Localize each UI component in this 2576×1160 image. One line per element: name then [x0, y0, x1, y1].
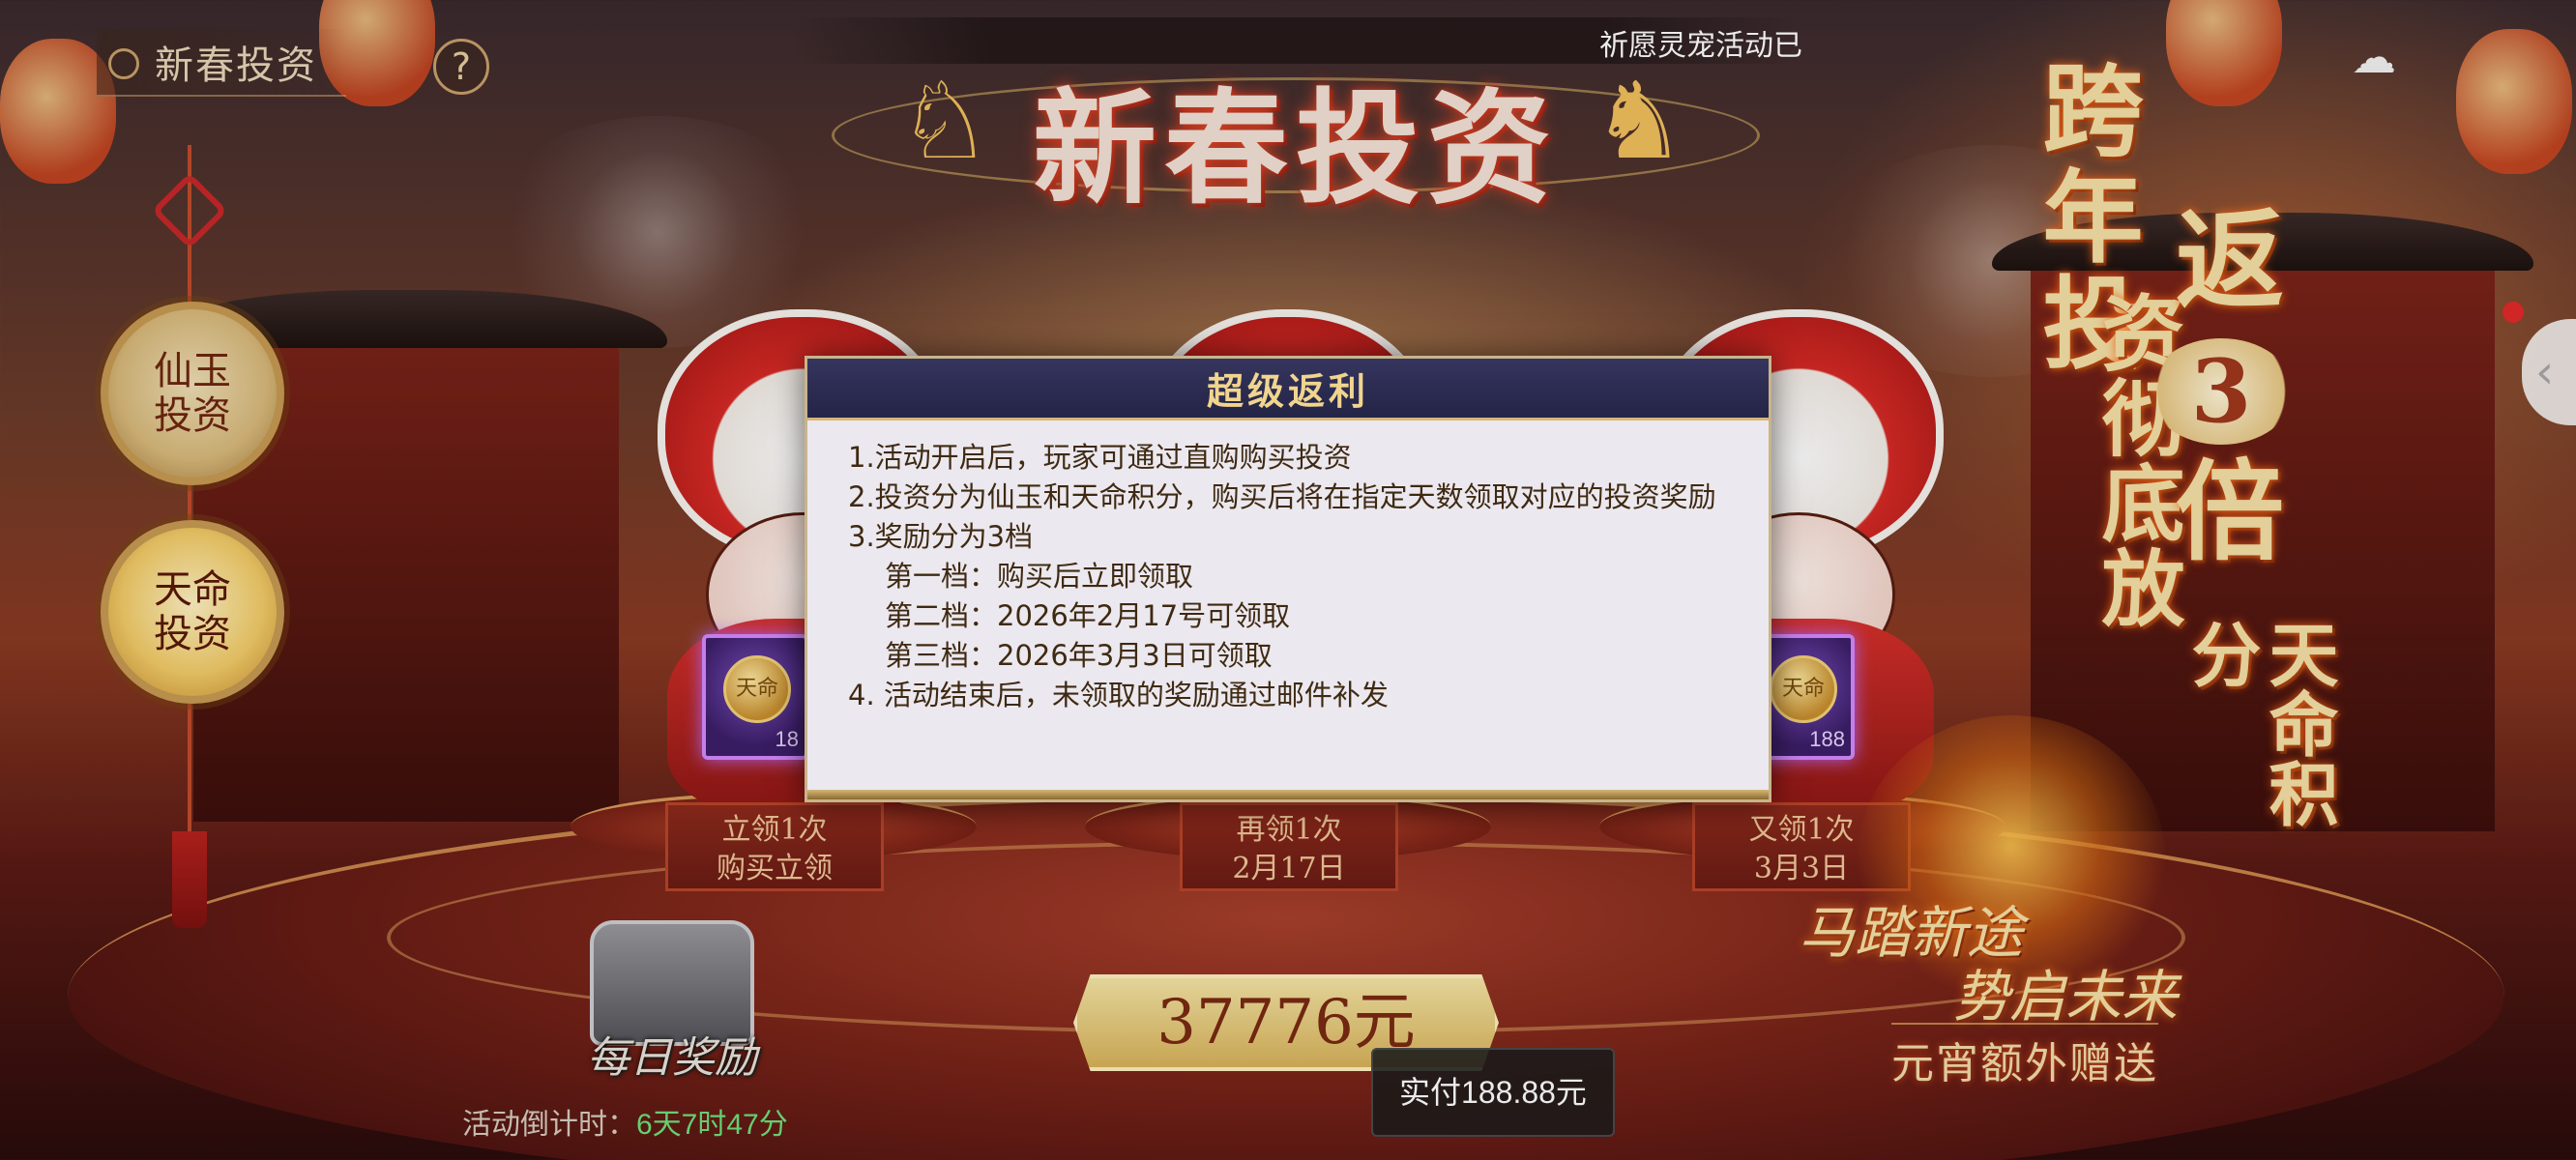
slogan-return: 返: [2157, 203, 2284, 311]
nav-item-xianyu-investment[interactable]: 仙玉投资: [101, 302, 284, 485]
page-title-tab: 新春投资: [97, 29, 346, 97]
countdown-value: 6天7时47分: [636, 1109, 788, 1141]
horse-icon: ♘: [896, 59, 993, 183]
tassel-decoration: [172, 831, 207, 928]
reward-card-amount: 188: [1809, 727, 1845, 751]
horse-icon: ♞: [1591, 59, 1687, 183]
tier-plaque-1: 立领1次 购买立领: [665, 802, 884, 891]
dialog-footer-trim: [807, 790, 1769, 799]
activity-countdown: 活动倒计时：6天7时47分: [462, 1100, 788, 1143]
main-banner-title: 新春投资: [1032, 76, 1559, 221]
tianming-coin-icon: 天命: [723, 655, 791, 723]
slogan-tianming-points: 天命积分: [2180, 619, 2339, 827]
tier-plaque-2: 再领1次 2月17日: [1180, 802, 1398, 891]
slogan-line-2: 势启未来: [1953, 964, 2179, 1030]
pay-button[interactable]: 实付188.88元: [1371, 1048, 1615, 1137]
nav-item-label: 天命投资: [154, 567, 231, 656]
tianming-coin-icon: 天命: [1770, 655, 1837, 723]
cloud-swirl-icon[interactable]: ☁: [2330, 33, 2417, 81]
lantern-decoration: [2166, 0, 2282, 106]
slogan-times: 倍: [2157, 454, 2284, 563]
chevron-left-icon[interactable]: ‹: [2522, 319, 2576, 425]
chinese-knot-icon: [151, 172, 228, 249]
dialog-body: 1.活动开启后，玩家可通过直购购买投资 2.投资分为仙玉和天命积分，购买后将在指…: [807, 420, 1769, 715]
nav-rope: [188, 145, 191, 880]
triple-badge: 3: [2149, 338, 2294, 445]
dialog-line: 4. 活动结束后，未领取的奖励通过邮件补发: [848, 679, 1389, 711]
nav-item-label: 仙玉投资: [154, 349, 231, 438]
tier-plaque-line1: 再领1次: [1236, 813, 1342, 847]
rebate-info-dialog: 超级返利 1.活动开启后，玩家可通过直购购买投资 2.投资分为仙玉和天命积分，购…: [805, 356, 1771, 802]
dialog-line: 第二档：2026年2月17号可领取: [885, 599, 1291, 632]
page-title: 新春投资: [155, 44, 317, 88]
title-mark-icon: [108, 48, 139, 79]
notification-dot: [2503, 302, 2524, 323]
lantern-decoration: [2456, 29, 2572, 174]
tier-plaque-line2: 购买立领: [717, 852, 833, 885]
dialog-line: 3.奖励分为3档: [848, 520, 1034, 553]
dialog-line: 1.活动开启后，玩家可通过直购购买投资: [848, 441, 1352, 474]
dialog-line: 2.投资分为仙玉和天命积分，购买后将在指定天数领取对应的投资奖励: [848, 480, 1716, 513]
question-circle-icon[interactable]: ?: [433, 39, 489, 95]
nav-item-tianming-investment[interactable]: 天命投资: [101, 520, 284, 704]
tier-plaque-line2: 2月17日: [1232, 852, 1346, 885]
tier-plaque-line1: 立领1次: [721, 813, 828, 847]
dialog-header: 超级返利: [807, 359, 1769, 420]
dialog-line: 第三档：2026年3月3日可领取: [885, 639, 1273, 672]
dialog-title: 超级返利: [1206, 370, 1369, 413]
reward-card-tier1[interactable]: 天命 18: [702, 634, 808, 760]
countdown-label: 活动倒计时：: [462, 1109, 636, 1141]
lantern-festival-bonus: 元宵额外赠送: [1891, 1023, 2158, 1090]
daily-reward-label[interactable]: 每日奖励: [580, 1023, 764, 1085]
dialog-line: 第一档：购买后立即领取: [885, 560, 1194, 593]
reward-card-amount: 18: [775, 727, 799, 751]
